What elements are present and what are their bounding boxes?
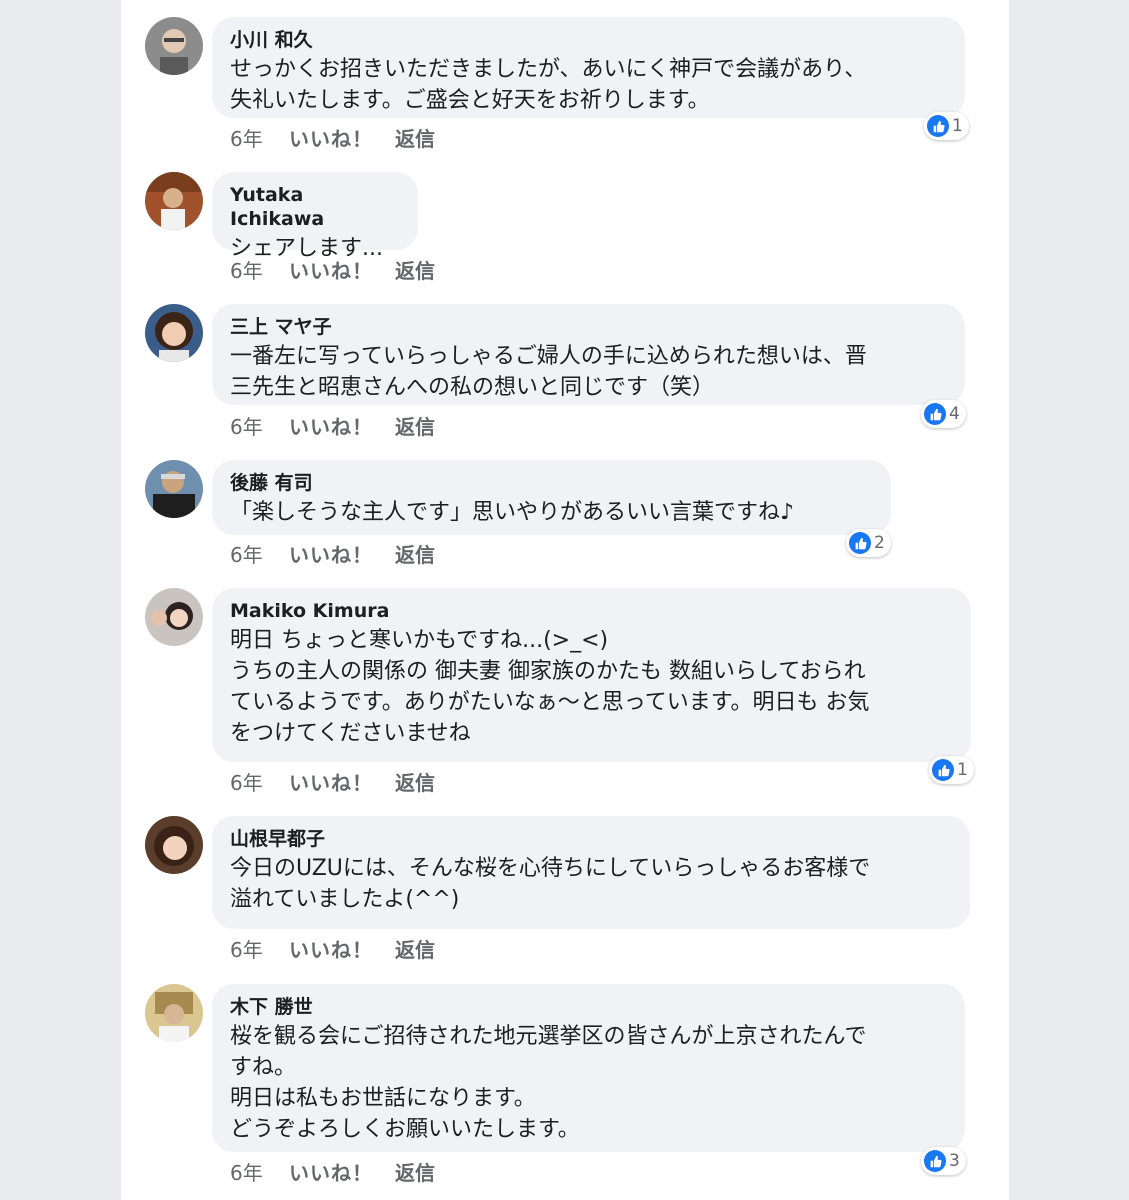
reaction-number: 3 bbox=[949, 1151, 960, 1171]
reaction-count[interactable]: 1 bbox=[929, 756, 974, 784]
reaction-count[interactable]: 1 bbox=[924, 112, 969, 140]
reply-button[interactable]: 返信 bbox=[395, 767, 435, 796]
thumbs-up-icon bbox=[927, 115, 949, 137]
reply-button[interactable]: 返信 bbox=[395, 539, 435, 568]
commenter-name[interactable]: Makiko Kimura bbox=[230, 599, 953, 623]
commenter-name[interactable]: 山根早都子 bbox=[230, 827, 952, 851]
comment-text: 明日 ちょっと寒いかもですね...(>_<) うちの主人の関係の 御夫妻 御家族… bbox=[230, 628, 870, 746]
comment-text: 一番左に写っていらっしゃるご婦人の手に込められた想いは、晋 三先生と昭恵さんへの… bbox=[230, 344, 867, 400]
comment-age[interactable]: 6年 bbox=[230, 255, 289, 284]
comment-bubble: Yutaka Ichikawa シェアします... bbox=[212, 172, 418, 261]
avatar[interactable] bbox=[145, 816, 203, 874]
comment-bubble: 後藤 有司 「楽しそうな主人です」思いやりがあるいい言葉ですね♪ bbox=[212, 460, 891, 535]
comments-panel: 小川 和久 せっかくお招きいただきましたが、あいにく神戸で会議があり、 失礼いた… bbox=[121, 0, 1009, 1200]
comment-age[interactable]: 6年 bbox=[230, 123, 289, 152]
reaction-count[interactable]: 2 bbox=[846, 529, 891, 557]
reply-button[interactable]: 返信 bbox=[395, 934, 435, 963]
comment-actions: 6年 いいね！ 返信 bbox=[230, 411, 435, 440]
comment-age[interactable]: 6年 bbox=[230, 767, 289, 796]
thumbs-up-icon bbox=[924, 1150, 946, 1172]
avatar[interactable] bbox=[145, 984, 203, 1042]
avatar[interactable] bbox=[145, 172, 203, 230]
like-button[interactable]: いいね！ bbox=[289, 411, 395, 440]
comment-age[interactable]: 6年 bbox=[230, 1157, 289, 1186]
reaction-number: 4 bbox=[949, 404, 960, 424]
avatar[interactable] bbox=[145, 588, 203, 646]
comment-text: 今日のUZUには、そんな桜を心待ちにしていらっしゃるお客様で 溢れていましたよ(… bbox=[230, 856, 871, 912]
reply-button[interactable]: 返信 bbox=[395, 255, 435, 284]
comment-bubble: 木下 勝世 桜を観る会にご招待された地元選挙区の皆さんが上京されたんで すね。 … bbox=[212, 984, 965, 1152]
comment-bubble: 小川 和久 せっかくお招きいただきましたが、あいにく神戸で会議があり、 失礼いた… bbox=[212, 17, 965, 118]
reply-button[interactable]: 返信 bbox=[395, 411, 435, 440]
comment-bubble: 山根早都子 今日のUZUには、そんな桜を心待ちにしていらっしゃるお客様で 溢れて… bbox=[212, 816, 970, 929]
comment-bubble: 三上 マヤ子 一番左に写っていらっしゃるご婦人の手に込められた想いは、晋 三先生… bbox=[212, 304, 965, 405]
comment-text: 桜を観る会にご招待された地元選挙区の皆さんが上京されたんで すね。 明日は私もお… bbox=[230, 1024, 867, 1142]
reaction-count[interactable]: 3 bbox=[921, 1147, 966, 1175]
comment-actions: 6年 いいね！ 返信 bbox=[230, 539, 435, 568]
thumbs-up-icon bbox=[924, 403, 946, 425]
commenter-name[interactable]: Yutaka Ichikawa bbox=[230, 183, 400, 231]
reaction-number: 1 bbox=[952, 116, 963, 136]
comment-actions: 6年 いいね！ 返信 bbox=[230, 255, 435, 284]
avatar[interactable] bbox=[145, 460, 203, 518]
commenter-name[interactable]: 後藤 有司 bbox=[230, 471, 873, 495]
avatar[interactable] bbox=[145, 17, 203, 75]
comment-actions: 6年 いいね！ 返信 bbox=[230, 934, 435, 963]
reaction-number: 1 bbox=[957, 760, 968, 780]
reaction-number: 2 bbox=[874, 533, 885, 553]
comment-age[interactable]: 6年 bbox=[230, 539, 289, 568]
comment-bubble: Makiko Kimura 明日 ちょっと寒いかもですね...(>_<) うちの… bbox=[212, 588, 971, 762]
like-button[interactable]: いいね！ bbox=[289, 934, 395, 963]
reaction-count[interactable]: 4 bbox=[921, 400, 966, 428]
comment-actions: 6年 いいね！ 返信 bbox=[230, 767, 435, 796]
commenter-name[interactable]: 木下 勝世 bbox=[230, 995, 947, 1019]
comment-age[interactable]: 6年 bbox=[230, 411, 289, 440]
comment-age[interactable]: 6年 bbox=[230, 934, 289, 963]
like-button[interactable]: いいね！ bbox=[289, 539, 395, 568]
like-button[interactable]: いいね！ bbox=[289, 255, 395, 284]
like-button[interactable]: いいね！ bbox=[289, 767, 395, 796]
like-button[interactable]: いいね！ bbox=[289, 1157, 395, 1186]
comment-actions: 6年 いいね！ 返信 bbox=[230, 123, 435, 152]
commenter-name[interactable]: 小川 和久 bbox=[230, 28, 947, 52]
comment-text: せっかくお招きいただきましたが、あいにく神戸で会議があり、 失礼いたします。ご盛… bbox=[230, 57, 867, 113]
comment-actions: 6年 いいね！ 返信 bbox=[230, 1157, 435, 1186]
commenter-name[interactable]: 三上 マヤ子 bbox=[230, 315, 947, 339]
thumbs-up-icon bbox=[849, 532, 871, 554]
reply-button[interactable]: 返信 bbox=[395, 1157, 435, 1186]
reply-button[interactable]: 返信 bbox=[395, 123, 435, 152]
avatar[interactable] bbox=[145, 304, 203, 362]
comment-text: 「楽しそうな主人です」思いやりがあるいい言葉ですね♪ bbox=[230, 500, 795, 525]
thumbs-up-icon bbox=[932, 759, 954, 781]
like-button[interactable]: いいね！ bbox=[289, 123, 395, 152]
